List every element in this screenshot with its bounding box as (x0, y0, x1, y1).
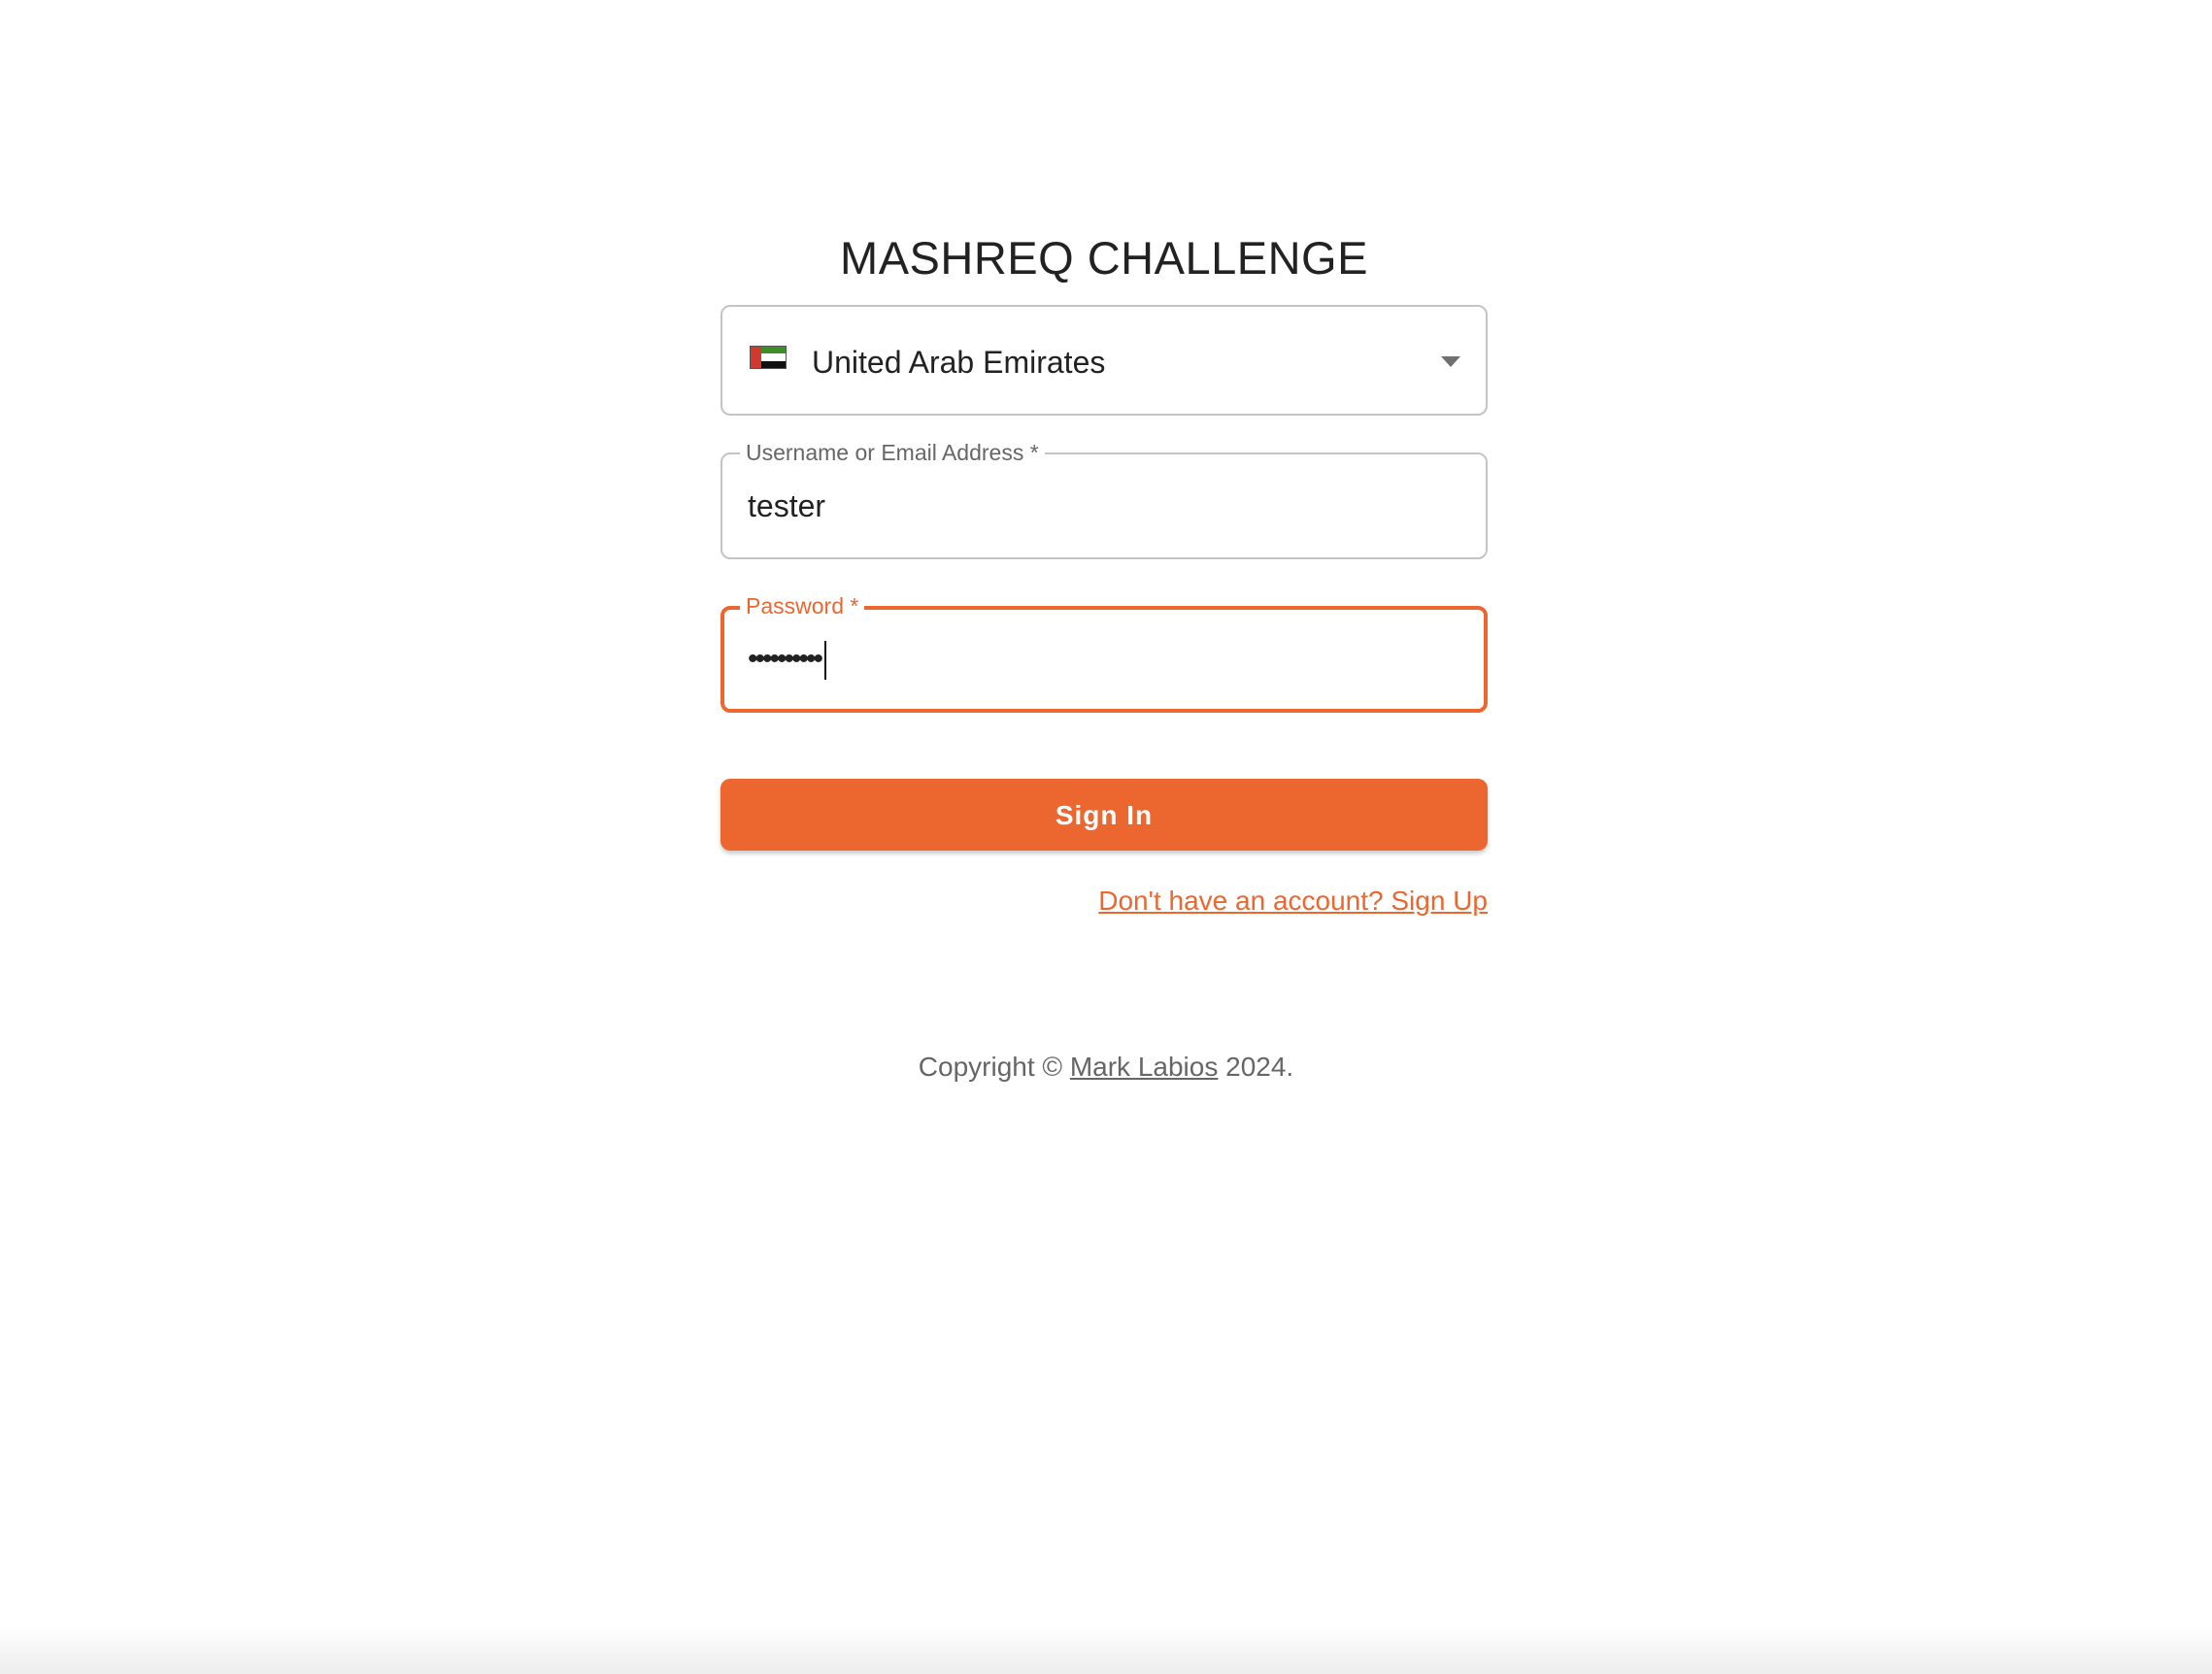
password-field[interactable]: Password * •••••••••• (721, 591, 1488, 713)
username-field[interactable]: Username or Email Address * tester (721, 438, 1488, 559)
sign-in-button[interactable]: Sign In (721, 779, 1488, 851)
username-field-value[interactable]: tester (748, 454, 825, 557)
country-select-value: United Arab Emirates (812, 345, 1106, 380)
login-page: MASHREQ CHALLENGE United Arab Emirates U… (0, 0, 2212, 1674)
caret-down-icon (1441, 356, 1460, 367)
copyright-prefix: Copyright © (918, 1052, 1070, 1082)
login-form: MASHREQ CHALLENGE United Arab Emirates U… (721, 225, 1488, 916)
password-masked-value: •••••••••• (748, 643, 823, 675)
password-field-value[interactable]: •••••••••• (748, 610, 827, 709)
copyright-suffix: 2024. (1218, 1052, 1294, 1082)
page-title: MASHREQ CHALLENGE (840, 232, 1368, 284)
bottom-shadow (0, 1625, 2212, 1674)
country-select[interactable]: United Arab Emirates (721, 305, 1488, 416)
copyright-footer: Copyright © Mark Labios 2024. (0, 1052, 2212, 1083)
sign-up-link[interactable]: Don't have an account? Sign Up (1098, 886, 1488, 917)
author-link[interactable]: Mark Labios (1070, 1052, 1219, 1082)
uae-flag-icon (750, 346, 787, 369)
text-cursor (824, 641, 827, 681)
